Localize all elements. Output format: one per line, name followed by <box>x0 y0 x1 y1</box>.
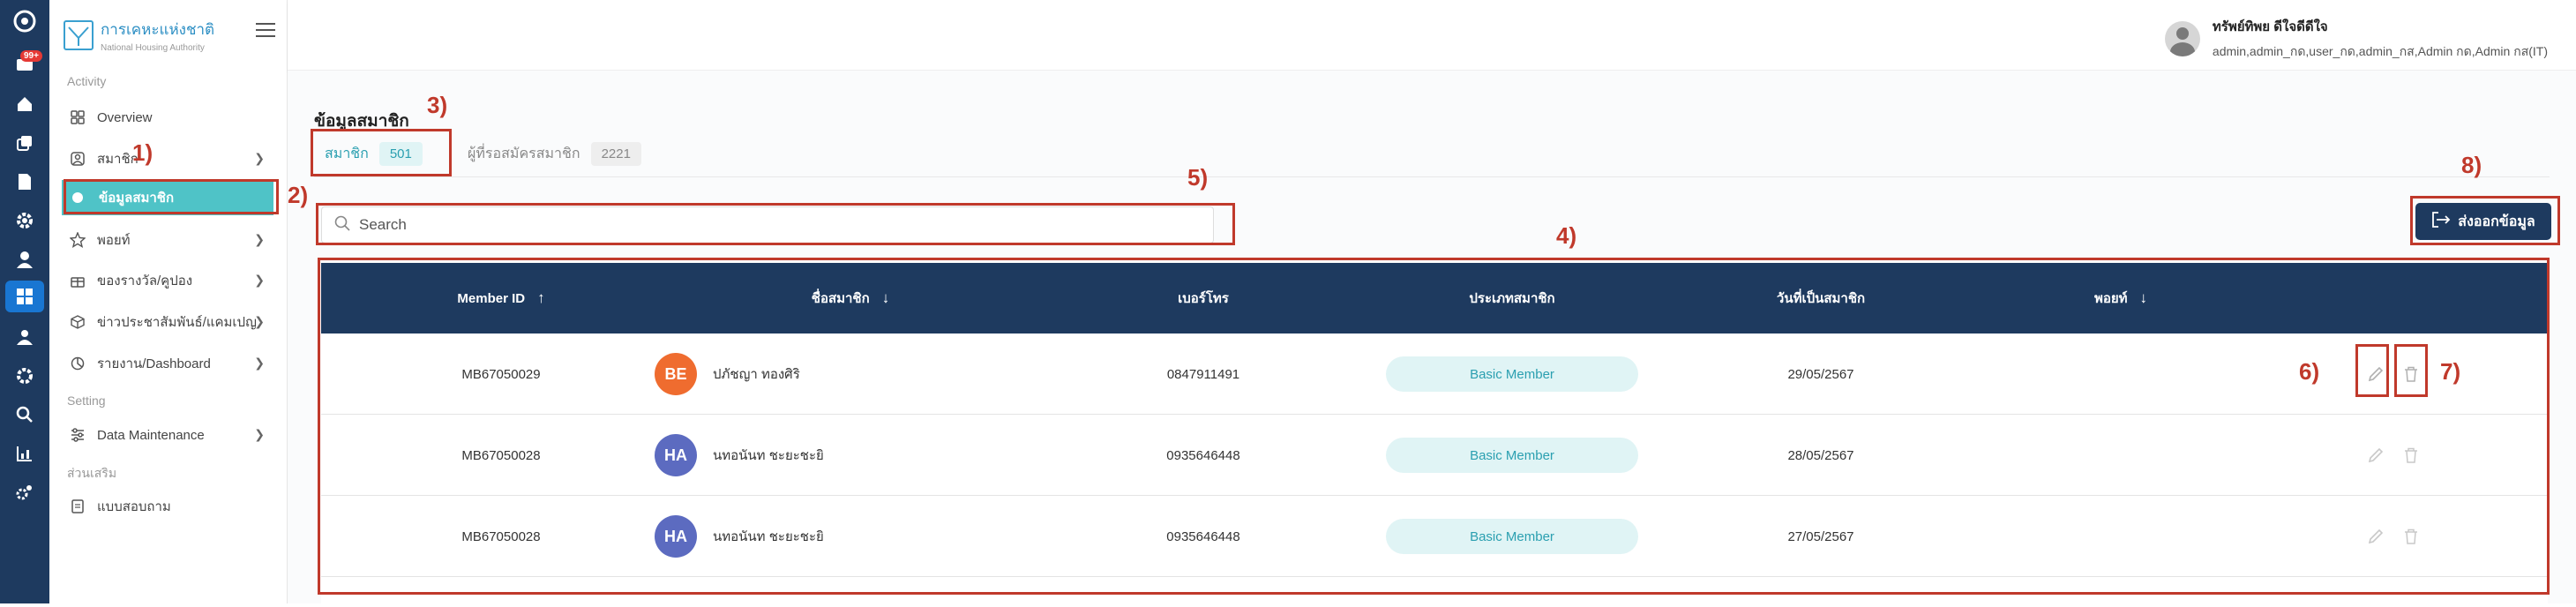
sidebar: การเคหะแห่งชาติ National Housing Authori… <box>49 0 288 603</box>
section-label-extra: ส่วนเสริม <box>67 466 117 480</box>
tab-count: 2221 <box>590 141 641 166</box>
gift-icon <box>69 272 86 289</box>
pie-icon <box>69 355 86 372</box>
chevron-right-icon: ❯ <box>254 273 265 287</box>
star-icon <box>69 231 86 249</box>
sidebar-item-report[interactable]: รายงาน/Dashboard ❯ <box>62 346 273 381</box>
annotation-box-7 <box>2394 344 2428 397</box>
sidebar-item-rewards[interactable]: ของรางวัล/คูปอง ❯ <box>62 263 273 298</box>
grid-icon <box>69 109 86 126</box>
sidebar-item-label: รายงาน/Dashboard <box>97 356 211 371</box>
gear-icon[interactable] <box>12 363 37 388</box>
logo-icon[interactable] <box>12 9 37 34</box>
document-icon[interactable] <box>12 169 37 194</box>
group-icon[interactable] <box>12 325 37 349</box>
sidebar-item-label: ของรางวัล/คูปอง <box>97 274 193 289</box>
user-icon[interactable] <box>12 247 37 272</box>
member-icon <box>69 150 86 168</box>
annotation-label-4: 4) <box>1556 222 1577 249</box>
annotation-box-1 <box>64 179 279 214</box>
annotation-label-6: 6) <box>2299 358 2320 385</box>
section-label-activity: Activity <box>67 74 107 88</box>
user-name: ทรัพย์ทิพย ดีใจดีดีใจ <box>2212 19 2328 34</box>
logo-mark-icon <box>64 20 94 50</box>
chevron-right-icon: ❯ <box>254 356 265 370</box>
annotation-box-4 <box>318 258 2550 595</box>
dashboard-icon[interactable] <box>5 281 44 312</box>
annotation-label-2: 2) <box>288 182 309 208</box>
annotation-label-7: 7) <box>2440 358 2461 385</box>
search-icon[interactable] <box>12 402 37 427</box>
sidebar-item-survey[interactable]: แบบสอบถาม <box>62 489 273 524</box>
annotation-label-3: 3) <box>427 92 448 118</box>
annotation-box-6 <box>2355 344 2389 397</box>
sidebar-item-label: แบบสอบถาม <box>97 499 171 514</box>
sidebar-item-member[interactable]: สมาชิก ❯ <box>62 141 273 176</box>
sidebar-item-label: Data Maintenance <box>97 427 205 443</box>
user-roles: admin,admin_กด,user_กด,admin_กส,Admin กด… <box>2212 44 2548 58</box>
annotation-box-5 <box>316 203 1235 245</box>
annotation-label-1: 1) <box>132 139 154 166</box>
user-profile[interactable]: ทรัพย์ทิพย ดีใจดีดีใจ admin,admin_กด,use… <box>2164 16 2548 62</box>
sidebar-item-label: พอยท์ <box>97 233 131 248</box>
tab-divider <box>314 176 2550 177</box>
sidebar-item-data-maintenance[interactable]: Data Maintenance ❯ <box>62 417 273 453</box>
top-header: ทรัพย์ทิพย ดีใจดีดีใจ admin,admin_กด,use… <box>288 0 2576 71</box>
sidebar-item-label: ข่าวประชาสัมพันธ์/แคมเปญ <box>97 315 257 330</box>
settings-icon[interactable] <box>12 208 37 233</box>
copy-icon[interactable] <box>12 131 37 155</box>
annotation-box-3 <box>311 129 452 176</box>
menu-toggle-icon[interactable] <box>256 23 275 41</box>
annotation-label-5: 5) <box>1187 164 1209 191</box>
chevron-right-icon: ❯ <box>254 314 265 328</box>
sidebar-item-news[interactable]: ข่าวประชาสัมพันธ์/แคมเปญ ❯ <box>62 304 273 340</box>
icon-rail: 99+ <box>0 0 49 603</box>
sliders-icon <box>69 426 86 444</box>
annotation-box-8 <box>2410 196 2560 245</box>
form-icon <box>69 498 86 515</box>
notification-badge: 99+ <box>20 50 42 62</box>
sidebar-item-points[interactable]: พอยท์ ❯ <box>62 222 273 258</box>
chevron-right-icon: ❯ <box>254 427 265 441</box>
annotation-label-8: 8) <box>2461 152 2482 178</box>
chevron-right-icon: ❯ <box>254 232 265 246</box>
logo-subtitle: National Housing Authority <box>101 43 205 53</box>
home-icon[interactable] <box>12 92 37 116</box>
avatar <box>2164 21 2200 56</box>
sidebar-item-label: Overview <box>97 109 153 125</box>
tab-pending-members[interactable]: ผู้ที่รอสมัครสมาชิก 2221 <box>468 138 641 169</box>
brand-logo[interactable]: การเคหะแห่งชาติ National Housing Authori… <box>64 18 214 53</box>
chevron-right-icon: ❯ <box>254 151 265 165</box>
tab-label: ผู้ที่รอสมัครสมาชิก <box>468 146 580 161</box>
chart-icon[interactable] <box>12 441 37 466</box>
logo-title: การเคหะแห่งชาติ <box>101 21 215 38</box>
sidebar-item-overview[interactable]: Overview <box>62 100 273 135</box>
gears-icon[interactable] <box>12 480 37 505</box>
section-label-setting: Setting <box>67 393 106 408</box>
box-icon <box>69 313 86 331</box>
